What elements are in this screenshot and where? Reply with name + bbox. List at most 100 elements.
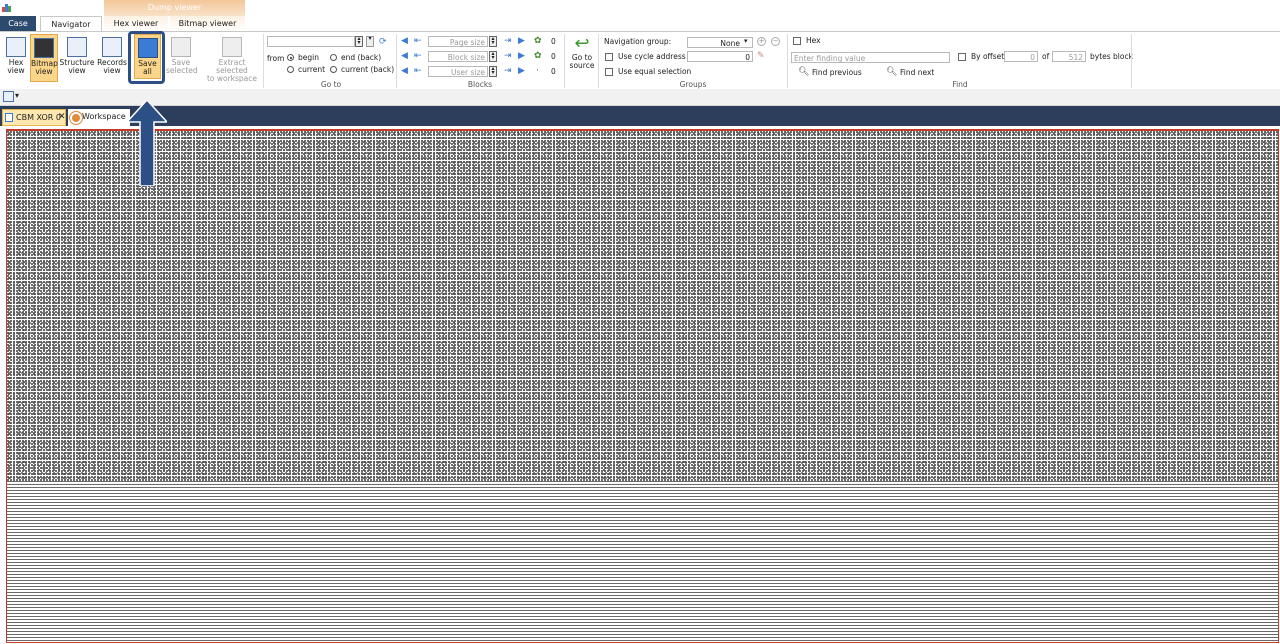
extract-label-1: Extract selected (216, 58, 248, 75)
tab-navigator[interactable]: Navigator (40, 16, 102, 32)
user-size-spinner[interactable]: ▴ ▾ (489, 66, 497, 77)
app-logo-icon (2, 4, 11, 12)
radio-end-back-label: end (back) (341, 53, 382, 62)
hex-checkbox-label: Hex (806, 36, 821, 45)
quick-access-chevron-icon[interactable]: ▾ (15, 91, 19, 100)
goto-from-label: from (267, 54, 285, 63)
block-last-icon-2[interactable]: ▶ (518, 51, 525, 61)
bitmap-view-label-2: view (35, 67, 53, 76)
save-selected-icon (171, 37, 191, 57)
records-view-button[interactable]: Records view (96, 34, 128, 75)
user-size-clear-icon[interactable]: · (536, 66, 539, 76)
block-next-icon-3[interactable]: ⇥ (504, 66, 512, 76)
goto-source-button[interactable]: ↩ Go to source (567, 34, 597, 70)
doc-tab-cbm-xor[interactable]: CBM XOR 0 ✕ (2, 109, 66, 126)
hex-view-button[interactable]: Hex view (4, 34, 28, 75)
hex-checkbox[interactable] (793, 37, 801, 45)
find-value-input[interactable]: Enter finding value (791, 52, 950, 63)
cycle-address-input[interactable]: 0 (687, 51, 753, 62)
records-view-label-2: view (103, 66, 121, 75)
radio-current[interactable] (287, 66, 294, 73)
block-next-icon[interactable]: ⇥ (504, 36, 512, 46)
find-next-icon: 🔍︎ (886, 67, 898, 77)
use-equal-selection-checkbox[interactable] (605, 68, 613, 76)
bitmap-view-icon (34, 38, 54, 58)
use-cycle-address-checkbox[interactable] (605, 53, 613, 61)
records-view-icon (102, 37, 122, 57)
add-group-icon[interactable]: + (757, 37, 766, 46)
block-bytes-input[interactable]: 512 (1052, 51, 1086, 62)
page-count: 0 (551, 37, 556, 46)
block-count: 0 (551, 52, 556, 61)
block-first-icon-2[interactable]: ◀ (401, 51, 408, 61)
offset-input[interactable]: 0 (1004, 51, 1038, 62)
doc-tab-workspace[interactable]: Workspace (68, 109, 130, 126)
find-next-button[interactable]: Find next (900, 68, 934, 77)
ribbon: Hex view Bitmap view Structure view Reco… (0, 31, 1280, 90)
block-last-icon[interactable]: ▶ (518, 36, 525, 46)
find-previous-icon: 🔍︎ (798, 67, 810, 77)
tab-bitmap-viewer[interactable]: Bitmap viewer (170, 16, 245, 31)
hex-view-label-2: view (7, 66, 25, 75)
of-label: of (1042, 52, 1050, 61)
block-last-icon-3[interactable]: ▶ (518, 66, 525, 76)
radio-begin-label: begin (298, 53, 319, 62)
block-prev-icon-2[interactable]: ⇤ (414, 51, 422, 61)
structure-view-button[interactable]: Structure view (59, 34, 95, 75)
close-tab-icon[interactable]: ✕ (58, 112, 66, 122)
context-group-title: Dump viewer (147, 3, 202, 12)
by-offset-checkbox[interactable] (958, 53, 966, 61)
find-group-label: Find (952, 80, 968, 89)
blocks-group-label: Blocks (467, 80, 493, 89)
bitmap-canvas[interactable] (6, 129, 1279, 643)
goto-address-input[interactable] (267, 36, 355, 47)
goto-source-icon: ↩ (574, 33, 590, 54)
structure-view-icon (67, 37, 87, 57)
block-prev-icon[interactable]: ⇤ (414, 36, 422, 46)
workspace-icon (70, 112, 82, 124)
radio-current-back[interactable] (330, 66, 337, 73)
goto-spinner[interactable]: ▴ ▾ (355, 36, 363, 47)
goto-dropdown-button[interactable]: ▾ (366, 36, 374, 47)
document-tab-bar (0, 106, 1280, 126)
radio-begin[interactable] (287, 54, 294, 61)
goto-run-icon[interactable]: ⟳ (379, 37, 387, 47)
block-next-icon-2[interactable]: ⇥ (504, 51, 512, 61)
workspace-tab-label: Workspace (82, 112, 126, 121)
tab-hex-viewer[interactable]: Hex viewer (104, 16, 168, 31)
bitmap-view-button[interactable]: Bitmap view (30, 34, 58, 82)
bitmap-noise-region (7, 131, 1278, 481)
bytes-block-label: bytes block (1090, 52, 1133, 61)
extract-label-2: to workspace (206, 74, 258, 83)
user-size-input[interactable]: User size (428, 66, 488, 77)
callout-arrow-icon (127, 100, 167, 186)
save-selected-button[interactable]: Save selected (166, 34, 198, 75)
page-size-spinner[interactable]: ▴ ▾ (489, 36, 497, 47)
goto-group-label: Go to (320, 80, 342, 89)
quick-access-icon[interactable] (3, 91, 14, 102)
find-previous-button[interactable]: Find previous (812, 68, 862, 77)
eraser-icon[interactable]: ✎ (757, 51, 765, 61)
save-all-highlight (128, 31, 165, 84)
page-gear-icon[interactable]: ✿ (534, 36, 542, 46)
block-size-input[interactable]: Block size (428, 51, 488, 62)
remove-group-icon[interactable]: − (771, 37, 780, 46)
block-size-spinner[interactable]: ▴ ▾ (489, 51, 497, 62)
radio-current-back-label: current (back) (341, 65, 395, 74)
by-offset-label: By offset (971, 52, 1005, 61)
document-icon (5, 113, 13, 122)
radio-end-back[interactable] (330, 54, 337, 61)
block-gear-icon[interactable]: ✿ (534, 51, 542, 61)
extract-selected-button[interactable]: Extract selected to workspace (202, 34, 262, 83)
tab-case[interactable]: Case (0, 16, 36, 31)
doc-tab-label: CBM XOR 0 (16, 113, 61, 122)
extract-icon (222, 37, 242, 57)
block-prev-icon-3[interactable]: ⇤ (414, 66, 422, 76)
page-size-input[interactable]: Page size (428, 36, 488, 47)
block-first-icon-3[interactable]: ◀ (401, 66, 408, 76)
bitmap-structured-region (7, 481, 1278, 642)
groups-group-label: Groups (679, 80, 707, 89)
navigation-group-chevron-icon: ▾ (744, 37, 748, 45)
quick-access-toolbar: ▾ (0, 89, 1280, 106)
block-first-icon[interactable]: ◀ (401, 36, 408, 46)
